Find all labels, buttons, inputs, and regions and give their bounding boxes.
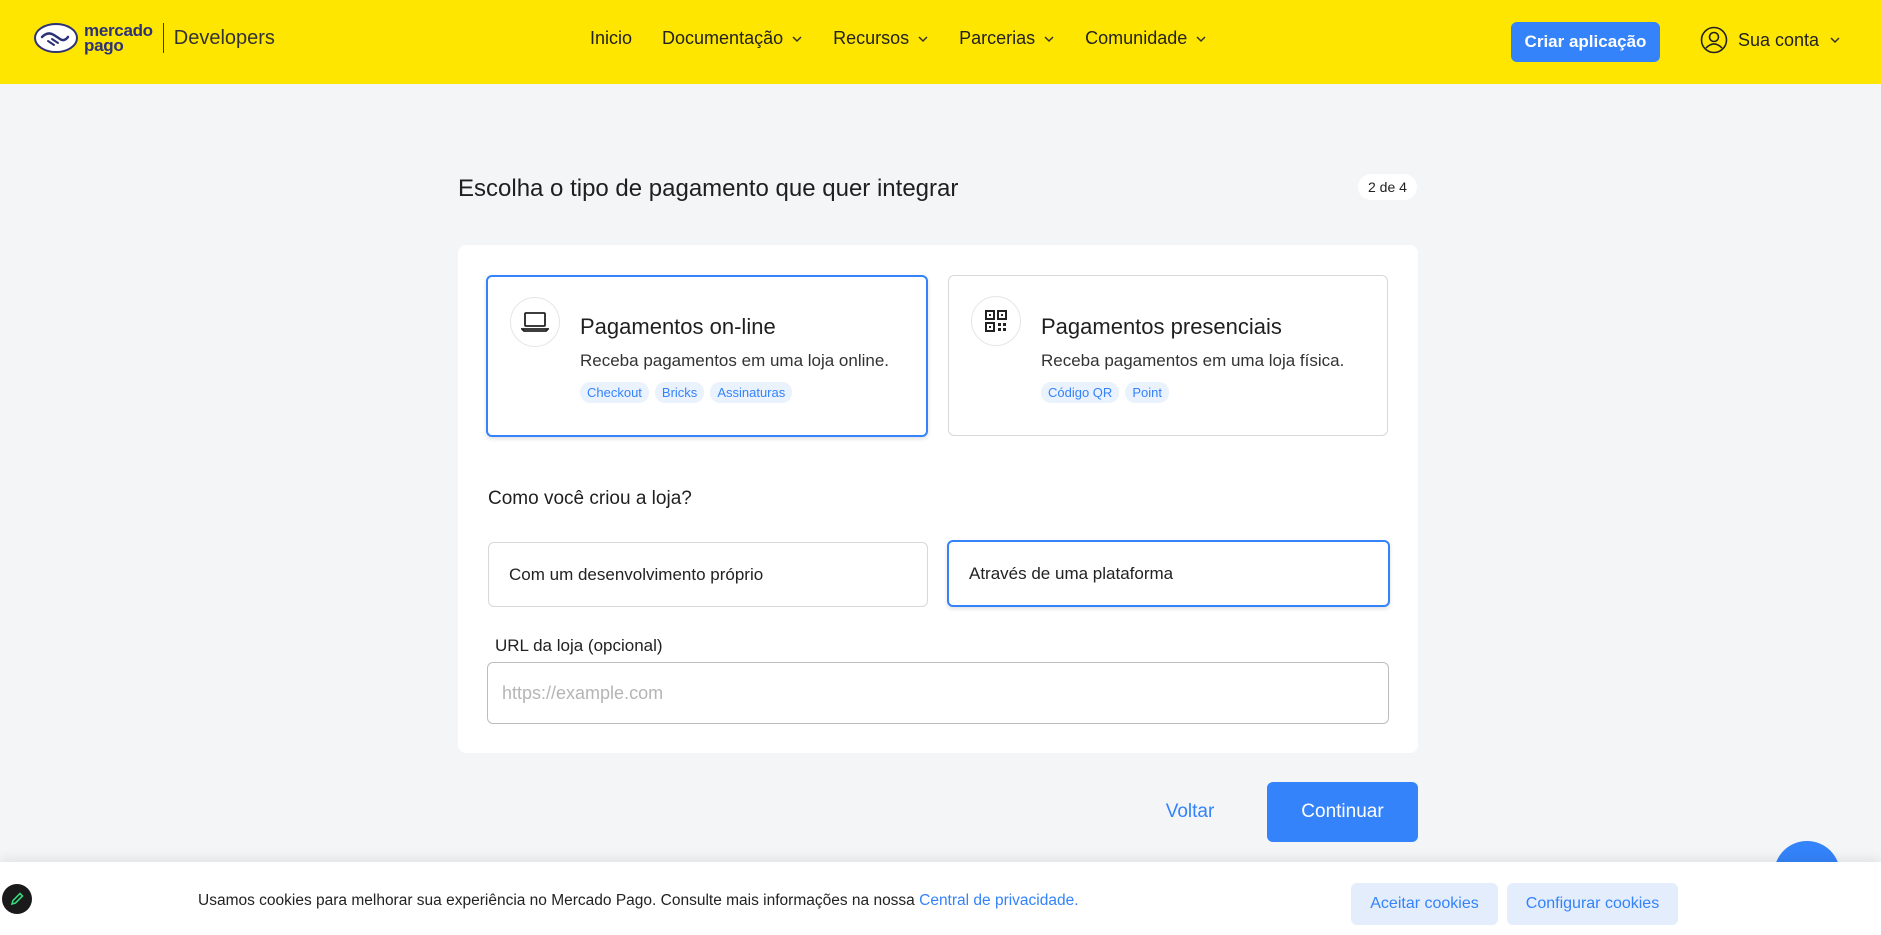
store-option-own-development[interactable]: Com um desenvolvimento próprio xyxy=(488,542,928,607)
nav-item-inicio[interactable]: Inicio xyxy=(590,28,632,49)
payment-type-title: Pagamentos on-line xyxy=(580,314,776,339)
payment-type-in-person-card[interactable]: Pagamentos presenciais Receba pagamentos… xyxy=(948,275,1388,436)
handshake-logo-icon xyxy=(34,23,78,53)
store-question-label: Como você criou a loja? xyxy=(488,488,692,509)
chevron-down-icon xyxy=(918,35,928,42)
chevron-down-icon xyxy=(1196,35,1206,42)
back-button[interactable]: Voltar xyxy=(1150,782,1230,842)
tag-codigo-qr: Código QR xyxy=(1041,382,1120,403)
top-header: mercado pago Developers Inicio Documenta… xyxy=(0,0,1881,84)
payment-type-tags: Checkout Bricks Assinaturas xyxy=(580,382,793,403)
continue-button[interactable]: Continuar xyxy=(1267,782,1418,842)
cookie-banner: Usamos cookies para melhorar sua experiê… xyxy=(0,862,1881,935)
logo-divider xyxy=(162,23,164,53)
laptop-icon xyxy=(521,312,549,332)
create-application-button[interactable]: Criar aplicação xyxy=(1511,22,1660,62)
nav-item-comunidade[interactable]: Comunidade xyxy=(1085,28,1207,49)
store-url-label: URL da loja (opcional) xyxy=(495,636,663,655)
payment-type-online-card[interactable]: Pagamentos on-line Receba pagamentos em … xyxy=(486,275,928,437)
configure-cookies-button[interactable]: Configurar cookies xyxy=(1507,883,1678,925)
store-url-input[interactable] xyxy=(487,662,1389,724)
payment-type-tags: Código QR Point xyxy=(1041,382,1169,403)
pay-icon-circle xyxy=(971,296,1021,346)
cookie-message: Usamos cookies para melhorar sua experiê… xyxy=(198,892,1079,909)
nav-item-documentacao[interactable]: Documentação xyxy=(662,28,803,49)
account-menu[interactable]: Sua conta xyxy=(1700,26,1841,54)
mercado-pago-logo[interactable]: mercado pago Developers xyxy=(34,18,275,58)
tag-assinaturas: Assinaturas xyxy=(710,382,793,403)
account-label: Sua conta xyxy=(1738,29,1820,50)
qr-code-icon xyxy=(985,310,1007,332)
payment-type-title: Pagamentos presenciais xyxy=(1041,314,1282,339)
pay-icon-circle xyxy=(510,297,560,347)
step-indicator-badge: 2 de 4 xyxy=(1358,174,1417,200)
tag-checkout: Checkout xyxy=(580,382,649,403)
nav-item-parcerias[interactable]: Parcerias xyxy=(959,28,1055,49)
privacy-center-link[interactable]: Central de privacidade. xyxy=(919,892,1078,909)
store-option-platform[interactable]: Através de uma plataforma xyxy=(947,540,1390,607)
logo-wordmark: mercado pago xyxy=(84,21,153,55)
chevron-down-icon xyxy=(1830,37,1840,44)
payment-type-description: Receba pagamentos em uma loja online. xyxy=(580,351,890,370)
payment-type-description: Receba pagamentos em uma loja física. xyxy=(1041,351,1345,370)
nav-item-recursos[interactable]: Recursos xyxy=(833,28,929,49)
user-avatar-icon xyxy=(1700,26,1728,54)
chevron-down-icon xyxy=(1044,35,1054,42)
tag-point: Point xyxy=(1125,382,1169,403)
logo-product-name: Developers xyxy=(173,26,275,49)
accept-cookies-button[interactable]: Aceitar cookies xyxy=(1351,883,1498,925)
page-title: Escolha o tipo de pagamento que quer int… xyxy=(458,175,959,202)
tag-bricks: Bricks xyxy=(654,382,705,403)
cookie-preferences-edit-button[interactable] xyxy=(2,884,32,914)
chevron-down-icon xyxy=(792,35,802,42)
pencil-icon xyxy=(10,892,24,906)
main-nav: Inicio Documentação Recursos Parcerias C… xyxy=(590,28,1207,49)
